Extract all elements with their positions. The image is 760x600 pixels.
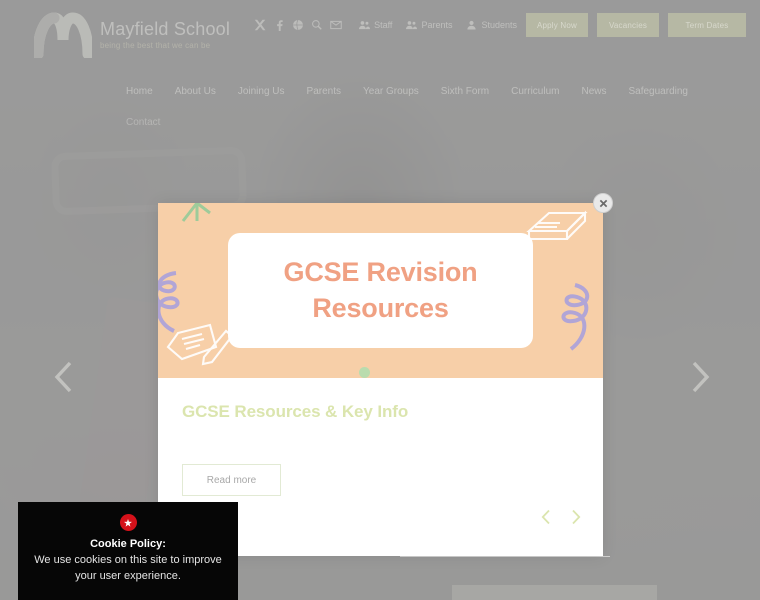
- utility-link-parents[interactable]: Parents: [406, 20, 452, 30]
- nav-item-safeguarding[interactable]: Safeguarding: [628, 86, 688, 97]
- modal-slider-next-button[interactable]: [571, 509, 581, 530]
- nav-item-about-us[interactable]: About Us: [175, 86, 216, 97]
- read-more-button[interactable]: Read more: [182, 464, 281, 496]
- users-icon: [359, 21, 371, 30]
- mayfield-m-ribbon-logo-icon: [34, 12, 92, 58]
- search-icon[interactable]: [307, 16, 326, 35]
- envelope-icon[interactable]: [326, 16, 345, 35]
- nav-item-year-groups[interactable]: Year Groups: [363, 86, 419, 97]
- modal-slider-prev-button[interactable]: [541, 509, 551, 530]
- apply-now-button[interactable]: Apply Now: [526, 13, 588, 37]
- cookie-policy-title: Cookie Policy:: [90, 538, 166, 550]
- dot-icon: [359, 367, 370, 378]
- chevron-left-icon: [54, 361, 72, 393]
- close-icon: [599, 199, 607, 207]
- nav-item-sixth-form[interactable]: Sixth Form: [441, 86, 489, 97]
- leaf-icon: [180, 203, 214, 230]
- chevron-right-icon: [572, 509, 581, 525]
- footer-divider: [400, 556, 610, 557]
- nav-item-joining-us[interactable]: Joining Us: [238, 86, 285, 97]
- cookie-alert-icon: [119, 514, 137, 531]
- promo-banner-line-1: GCSE Revision: [283, 257, 478, 288]
- term-dates-button[interactable]: Term Dates: [668, 13, 746, 37]
- carousel-prev-button[interactable]: [46, 354, 82, 400]
- squiggle-icon: [158, 269, 196, 344]
- promo-banner-image: GCSE Revision Resources: [158, 203, 603, 378]
- facebook-icon[interactable]: [269, 16, 288, 35]
- nav-item-parents[interactable]: Parents: [307, 86, 341, 97]
- vacancies-button[interactable]: Vacancies: [597, 13, 659, 37]
- cookie-policy-text: We use cookies on this site to improve y…: [34, 554, 222, 582]
- main-navigation: Home About Us Joining Us Parents Year Gr…: [0, 78, 760, 104]
- nav-item-news[interactable]: News: [581, 86, 606, 97]
- top-utility-bar: Mayfield School being the best that we c…: [0, 0, 760, 70]
- chevron-left-icon: [541, 509, 550, 525]
- x-twitter-icon[interactable]: [250, 16, 269, 35]
- site-logo[interactable]: Mayfield School being the best that we c…: [34, 12, 230, 58]
- promo-banner-line-2: Resources: [312, 292, 449, 323]
- nav-item-curriculum[interactable]: Curriculum: [511, 86, 559, 97]
- logo-title: Mayfield School: [100, 19, 231, 40]
- utility-link-students[interactable]: Students: [466, 20, 517, 30]
- user-icon: [467, 20, 477, 30]
- utility-link-students-label: Students: [481, 20, 517, 30]
- nav-item-home[interactable]: Home: [126, 86, 153, 97]
- users-icon: [406, 21, 418, 30]
- nav-item-contact[interactable]: Contact: [126, 117, 160, 128]
- utility-link-staff-label: Staff: [374, 20, 393, 30]
- utility-link-parents-label: Parents: [421, 20, 453, 30]
- utility-link-staff[interactable]: Staff: [359, 20, 392, 30]
- cookie-policy-banner: Cookie Policy: We use cookies on this si…: [18, 502, 238, 600]
- modal-close-button[interactable]: [593, 193, 613, 213]
- modal-slider-nav: [541, 509, 581, 530]
- utility-links-group: Staff Parents Students Apply Now Vacanci…: [250, 13, 746, 57]
- squiggle-icon: [551, 281, 599, 360]
- logo-tagline: being the best that we can be: [100, 40, 211, 50]
- promo-banner-card: GCSE Revision Resources: [228, 233, 533, 348]
- promo-modal-heading: GCSE Resources & Key Info: [182, 402, 409, 421]
- chevron-right-icon: [692, 361, 710, 393]
- footer-block: [452, 585, 657, 600]
- carousel-next-button[interactable]: [682, 354, 718, 400]
- globe-icon[interactable]: [288, 16, 307, 35]
- notepad-pencil-icon: [164, 313, 236, 376]
